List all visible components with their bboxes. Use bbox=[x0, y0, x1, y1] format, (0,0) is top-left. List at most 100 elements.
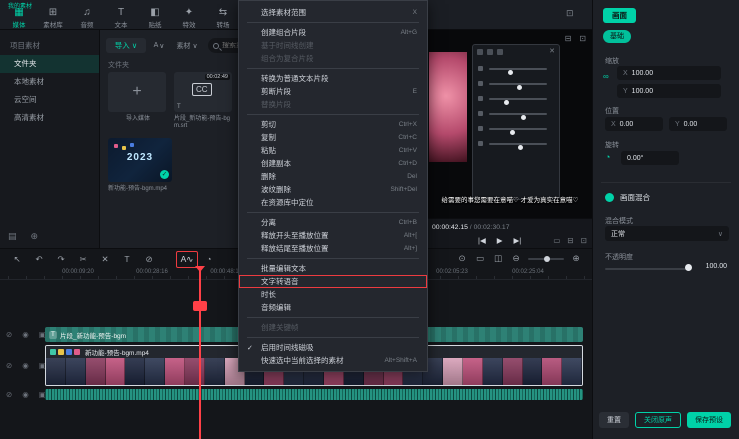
menu-item-audio-edit[interactable]: 音频编辑 bbox=[239, 301, 427, 314]
type-dropdown[interactable]: 素材 ∨ bbox=[170, 38, 204, 53]
redo-icon[interactable]: ↷ bbox=[50, 252, 72, 267]
zoom-in-icon[interactable]: ⊕ bbox=[570, 251, 582, 266]
rotation-dial-icon[interactable]: ◔ bbox=[605, 152, 610, 162]
scale-y-field[interactable]: Y 100.00 bbox=[617, 84, 721, 98]
video-file-card[interactable]: 2023 ✓ bbox=[108, 138, 172, 182]
rotation-field[interactable]: 0.00° bbox=[621, 151, 679, 165]
filmstrip-frame bbox=[562, 358, 582, 385]
toolbar-tab-transition[interactable]: ⇆转场 bbox=[206, 7, 240, 29]
menu-item-shortcut: Alt+] bbox=[404, 245, 417, 252]
text-tool-icon[interactable]: T bbox=[116, 252, 138, 267]
toolbar-tab-library[interactable]: ⊞素材库 bbox=[36, 7, 70, 29]
toolbar-tab-text[interactable]: T文本 bbox=[104, 7, 138, 29]
link-scale-icon[interactable]: ∞ bbox=[603, 72, 609, 81]
timer-icon[interactable]: ◔ bbox=[198, 252, 220, 267]
delete-icon[interactable]: ✕ bbox=[94, 252, 116, 267]
menu-item-timeline-snap[interactable]: ✓启用时间线磁吸 bbox=[239, 341, 427, 354]
expand-icon[interactable]: ⊡ bbox=[579, 34, 586, 43]
toolbar-tab-audio[interactable]: ♫音频 bbox=[70, 7, 104, 29]
overlay-slider-knob bbox=[504, 100, 509, 105]
timeline-zoom-knob[interactable] bbox=[544, 256, 550, 262]
filmstrip-frame bbox=[542, 358, 562, 385]
menu-item-freeze-clip[interactable]: 剪断片段E bbox=[239, 85, 427, 98]
mute-track-icon[interactable]: ⊘ bbox=[6, 390, 12, 399]
sidebar-item-folder[interactable]: 文件夹 bbox=[0, 55, 99, 73]
opacity-slider[interactable] bbox=[605, 268, 689, 270]
tab-basic[interactable]: 基础 bbox=[603, 30, 631, 43]
menu-item-locate-in-library[interactable]: 在资源库中定位 bbox=[239, 196, 427, 209]
menu-item-label: 创建副本 bbox=[261, 158, 398, 169]
video-filename: 新功能-预告-bgm.mp4 bbox=[108, 186, 178, 193]
menu-item-paste[interactable]: 粘贴Ctrl+V bbox=[239, 144, 427, 157]
position-x-field[interactable]: X 0.00 bbox=[605, 117, 663, 131]
preview-axis-icon[interactable]: ▭ bbox=[474, 251, 486, 266]
next-frame-icon[interactable]: ▶| bbox=[514, 236, 522, 245]
menu-item-label: 释放结尾至播放位置 bbox=[261, 243, 404, 254]
scale-x-field[interactable]: X 100.00 bbox=[617, 66, 721, 80]
menu-item-text-to-speech[interactable]: 文字转语音 bbox=[239, 275, 427, 288]
menu-item-duplicate[interactable]: 创建副本Ctrl+D bbox=[239, 157, 427, 170]
menu-item-delete[interactable]: 删除Del bbox=[239, 170, 427, 183]
more-icon[interactable]: ⊕ bbox=[31, 231, 39, 242]
timeline-zoom-slider[interactable] bbox=[528, 258, 564, 260]
import-button[interactable]: 导入 ∨ bbox=[106, 38, 146, 53]
sidebar-item-hd[interactable]: 高清素材 bbox=[0, 109, 99, 127]
blend-mode-dropdown[interactable]: 正常 ∨ bbox=[605, 226, 729, 241]
menu-item-batch-edit-text[interactable]: 批量编辑文本 bbox=[239, 262, 427, 275]
select-tool-icon[interactable]: ↖ bbox=[6, 252, 28, 267]
playhead-handle[interactable] bbox=[195, 266, 205, 272]
menu-item-release-tail[interactable]: 释放结尾至播放位置Alt+] bbox=[239, 242, 427, 255]
layout-icon[interactable]: ◫ bbox=[492, 251, 504, 266]
hide-track-icon[interactable]: ◉ bbox=[22, 361, 29, 370]
fullscreen-icon[interactable]: ⊡ bbox=[581, 236, 587, 245]
split-icon[interactable]: ✂ bbox=[72, 252, 94, 267]
tab-picture[interactable]: 画面 bbox=[603, 8, 636, 23]
menu-item-separate[interactable]: 分离Ctrl+B bbox=[239, 216, 427, 229]
menu-item-release-head[interactable]: 释放开头至播放位置Alt+[ bbox=[239, 229, 427, 242]
playhead[interactable] bbox=[199, 266, 201, 439]
blend-toggle[interactable] bbox=[605, 193, 614, 202]
sidebar-item-cloud[interactable]: 云空间 bbox=[0, 91, 99, 109]
menu-item-copy[interactable]: 复制Ctrl+C bbox=[239, 131, 427, 144]
toolbar-tab-effects[interactable]: ✦特效 bbox=[172, 7, 206, 29]
menu-item-cut[interactable]: 剪切Ctrl+X bbox=[239, 118, 427, 131]
chevron-down-icon: ∨ bbox=[192, 42, 197, 50]
subtitle-track-controls: ⊘◉▣ bbox=[6, 330, 46, 339]
toolbar-tab-media[interactable]: ▦媒体 bbox=[2, 7, 36, 29]
menu-item-ripple-delete[interactable]: 波纹删除Shift+Del bbox=[239, 183, 427, 196]
play-icon[interactable]: ▶ bbox=[497, 236, 503, 245]
menu-item-convert-plain-text[interactable]: 转换为普通文本片段 bbox=[239, 72, 427, 85]
menu-item-duration[interactable]: 时长 bbox=[239, 288, 427, 301]
menu-item-select-range[interactable]: 选择素材范围X bbox=[239, 6, 427, 19]
zoom-out-icon[interactable]: ⊖ bbox=[510, 251, 522, 266]
hide-track-icon[interactable]: ◉ bbox=[22, 330, 29, 339]
hide-track-icon[interactable]: ◉ bbox=[22, 390, 29, 399]
sort-dropdown[interactable]: A ∨ bbox=[150, 38, 168, 53]
add-folder-icon[interactable]: ▤ bbox=[8, 231, 17, 242]
mute-track-icon[interactable]: ⊘ bbox=[6, 330, 12, 339]
scale-x-value: 100.00 bbox=[632, 70, 653, 77]
save-preset-button[interactable]: 保存预设 bbox=[687, 412, 731, 428]
filmstrip-frame bbox=[185, 358, 205, 385]
position-y-field[interactable]: Y 0.00 bbox=[669, 117, 727, 131]
mini-player-icon[interactable]: ⊟ bbox=[567, 236, 573, 245]
mute-icon[interactable]: ⊘ bbox=[138, 252, 160, 267]
prev-frame-icon[interactable]: |◀ bbox=[478, 236, 486, 245]
srt-file-card[interactable]: 00:02:49 CC T bbox=[174, 72, 232, 112]
pin-icon[interactable]: ⊟ bbox=[565, 34, 572, 43]
undo-icon[interactable]: ↶ bbox=[28, 252, 50, 267]
audio-clip[interactable] bbox=[45, 389, 583, 400]
sidebar-item-local[interactable]: 本地素材 bbox=[0, 73, 99, 91]
auto-snap-icon[interactable]: ⊙ bbox=[456, 251, 468, 266]
panel-collapse-icon[interactable]: ⊡ bbox=[566, 8, 574, 19]
menu-item-create-group[interactable]: 创建组合片段Alt+G bbox=[239, 26, 427, 39]
menu-item-quick-select[interactable]: 快速选中当前选择的素材Alt+Shift+A bbox=[239, 354, 427, 367]
import-media-tile[interactable]: + bbox=[108, 72, 166, 112]
toolbar-tab-sticker[interactable]: ◧贴纸 bbox=[138, 7, 172, 29]
opacity-slider-knob[interactable] bbox=[685, 264, 692, 271]
secondary-button[interactable]: 关闭原声 bbox=[635, 412, 681, 428]
filmstrip-frame bbox=[46, 358, 66, 385]
ratio-icon[interactable]: ▭ bbox=[553, 236, 560, 245]
reset-button[interactable]: 重置 bbox=[599, 412, 629, 428]
mute-track-icon[interactable]: ⊘ bbox=[6, 361, 12, 370]
